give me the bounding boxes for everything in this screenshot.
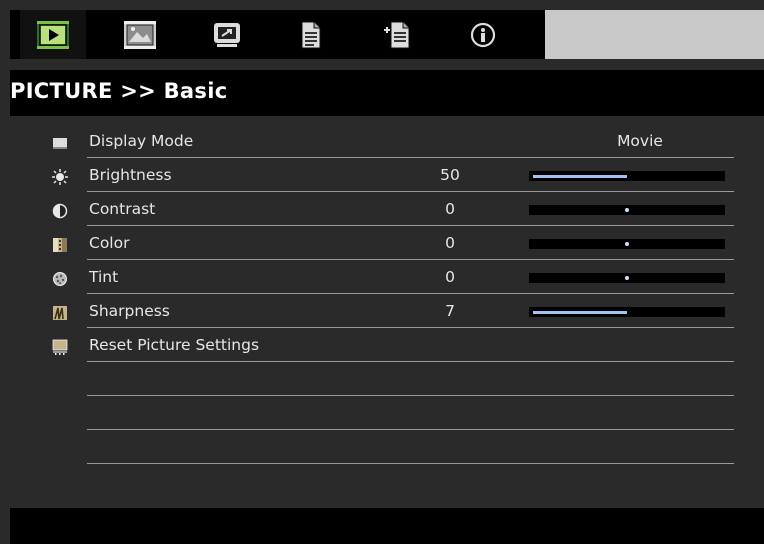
empty-row xyxy=(0,363,764,397)
tint-slider-handle xyxy=(625,276,629,280)
brightness-slider-fill xyxy=(533,175,627,178)
contrast-value: 0 xyxy=(445,200,455,218)
row-divider xyxy=(87,327,734,328)
contrast-slider-handle xyxy=(625,208,629,212)
sharpness-slider[interactable] xyxy=(529,307,725,317)
sharpness-icon xyxy=(53,306,67,320)
color-slider-handle xyxy=(625,242,629,246)
footer-bar xyxy=(10,508,764,544)
tab-info[interactable] xyxy=(450,10,516,59)
menu-item-label: Tint xyxy=(89,268,119,286)
setting-icon xyxy=(214,22,240,47)
row-divider xyxy=(87,293,734,294)
menu-item-label: Brightness xyxy=(89,166,172,184)
row-divider xyxy=(87,191,734,192)
contrast-icon xyxy=(52,203,68,219)
empty-row xyxy=(0,397,764,431)
brightness-value: 50 xyxy=(440,166,460,184)
tab-options[interactable] xyxy=(365,10,431,59)
reset-icon xyxy=(52,339,68,355)
menu-item-brightness[interactable]: Brightness 50 xyxy=(0,159,764,193)
menu-item-label: Display Mode xyxy=(89,132,194,150)
display-mode-value[interactable]: Movie xyxy=(560,132,720,150)
menu-item-label: Sharpness xyxy=(89,302,170,320)
menu-item-reset[interactable]: Reset Picture Settings xyxy=(0,329,764,363)
menu-item-contrast[interactable]: Contrast 0 xyxy=(0,193,764,227)
brightness-icon xyxy=(52,169,68,185)
sharpness-value: 7 xyxy=(445,302,455,320)
page-title: PICTURE >> Basic xyxy=(10,79,228,103)
row-divider xyxy=(87,225,734,226)
color-icon xyxy=(53,238,67,252)
display-mode-icon xyxy=(53,138,67,149)
volume-document-icon xyxy=(301,21,321,48)
row-divider xyxy=(87,157,734,158)
row-divider xyxy=(87,259,734,260)
contrast-slider[interactable] xyxy=(529,205,725,215)
tab-volume[interactable] xyxy=(278,10,344,59)
options-document-icon xyxy=(384,21,410,48)
tab-picture[interactable] xyxy=(20,10,86,59)
color-value: 0 xyxy=(445,234,455,252)
tab-screen[interactable] xyxy=(107,10,173,59)
info-icon xyxy=(470,22,496,47)
row-divider xyxy=(87,429,734,430)
tab-setting[interactable] xyxy=(194,10,260,59)
row-divider xyxy=(87,361,734,362)
tab-bar xyxy=(10,10,764,59)
row-divider xyxy=(87,395,734,396)
tint-value: 0 xyxy=(445,268,455,286)
menu-item-tint[interactable]: Tint 0 xyxy=(0,261,764,295)
menu-item-color[interactable]: Color 0 xyxy=(0,227,764,261)
brightness-slider[interactable] xyxy=(529,171,725,181)
menu-item-sharpness[interactable]: Sharpness 7 xyxy=(0,295,764,329)
title-bar: PICTURE >> Basic xyxy=(10,70,764,116)
row-divider xyxy=(87,463,734,464)
tint-icon xyxy=(53,272,67,286)
menu-item-label: Reset Picture Settings xyxy=(89,336,260,354)
screen-icon xyxy=(124,20,156,49)
picture-icon xyxy=(37,20,69,49)
tab-bar-empty xyxy=(545,10,764,59)
menu-item-label: Color xyxy=(89,234,130,252)
menu-item-display-mode[interactable]: Display Mode Movie xyxy=(0,125,764,159)
sharpness-slider-fill xyxy=(533,311,627,314)
tint-slider[interactable] xyxy=(529,273,725,283)
menu-item-label: Contrast xyxy=(89,200,156,218)
color-slider[interactable] xyxy=(529,239,725,249)
empty-row xyxy=(0,431,764,465)
